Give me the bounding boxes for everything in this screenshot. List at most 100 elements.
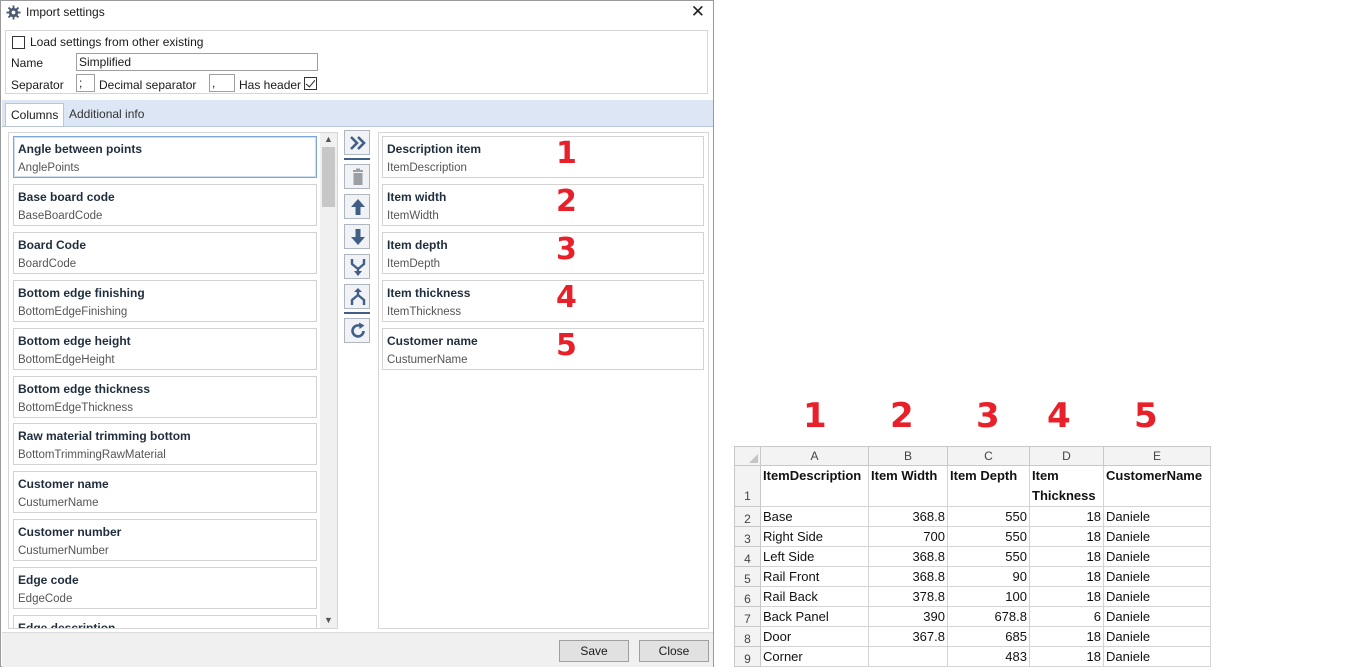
decimal-separator-input[interactable]: , — [209, 74, 235, 92]
move-up-button[interactable] — [344, 194, 370, 219]
select-all-corner[interactable] — [734, 446, 761, 466]
list-item[interactable]: Customer name CustumerName — [13, 471, 317, 513]
row-header[interactable]: 8 — [734, 626, 761, 647]
scroll-up-icon[interactable]: ▲ — [324, 134, 333, 144]
has-header-checkbox[interactable] — [304, 77, 317, 90]
row-header[interactable]: 4 — [734, 546, 761, 567]
list-item[interactable]: Item width ItemWidth — [382, 184, 704, 226]
list-item[interactable]: Angle between points AnglePoints — [13, 136, 317, 178]
table-cell[interactable]: CustomerName — [1103, 465, 1211, 507]
list-item[interactable]: Item depth ItemDepth — [382, 232, 704, 274]
list-item[interactable]: Customer name CustumerName — [382, 328, 704, 370]
list-item[interactable]: Bottom edge thickness BottomEdgeThicknes… — [13, 376, 317, 418]
selected-columns-list[interactable]: Description item ItemDescription Item wi… — [378, 132, 709, 629]
row-header[interactable]: 2 — [734, 506, 761, 527]
table-cell[interactable]: Daniele — [1103, 626, 1211, 647]
merge-button[interactable] — [344, 254, 370, 279]
tab-columns[interactable]: Columns — [5, 103, 65, 126]
table-cell[interactable]: Base — [760, 506, 869, 527]
column-header[interactable]: D — [1029, 446, 1104, 466]
table-cell[interactable]: 390 — [868, 606, 948, 627]
table-cell[interactable]: 18 — [1029, 506, 1104, 527]
table-cell[interactable]: 18 — [1029, 626, 1104, 647]
table-cell[interactable]: 100 — [947, 586, 1030, 607]
table-cell[interactable]: 685 — [947, 626, 1030, 647]
table-cell[interactable]: Right Side — [760, 526, 869, 547]
table-cell[interactable]: Door — [760, 626, 869, 647]
column-header[interactable]: A — [760, 446, 869, 466]
table-cell[interactable]: 368.8 — [868, 566, 948, 587]
close-button[interactable]: Close — [639, 640, 709, 662]
table-row: 3 Right Side 700 550 18 Daniele — [734, 526, 1211, 547]
column-header[interactable]: E — [1103, 446, 1211, 466]
table-cell[interactable]: 368.8 — [868, 506, 948, 527]
row-header[interactable]: 5 — [734, 566, 761, 587]
list-item[interactable]: Edge code EdgeCode — [13, 567, 317, 609]
table-cell[interactable]: Daniele — [1103, 566, 1211, 587]
table-cell[interactable]: 368.8 — [868, 546, 948, 567]
table-cell[interactable]: 90 — [947, 566, 1030, 587]
available-columns-list[interactable]: Angle between points AnglePoints Base bo… — [8, 132, 338, 629]
split-button[interactable] — [344, 284, 370, 309]
refresh-button[interactable] — [344, 318, 370, 343]
table-cell[interactable]: Daniele — [1103, 526, 1211, 547]
list-item[interactable]: Bottom edge height BottomEdgeHeight — [13, 328, 317, 370]
table-cell[interactable]: 378.8 — [868, 586, 948, 607]
row-header[interactable]: 9 — [734, 646, 761, 667]
table-cell[interactable]: 678.8 — [947, 606, 1030, 627]
list-item[interactable]: Raw material trimming bottom BottomTrimm… — [13, 423, 317, 465]
list-item[interactable]: Base board code BaseBoardCode — [13, 184, 317, 226]
list-item[interactable]: Description item ItemDescription — [382, 136, 704, 178]
scrollbar-thumb[interactable] — [322, 147, 335, 207]
table-cell[interactable]: 18 — [1029, 526, 1104, 547]
list-item[interactable]: Customer number CustumerNumber — [13, 519, 317, 561]
row-header[interactable]: 3 — [734, 526, 761, 547]
table-cell[interactable]: 18 — [1029, 566, 1104, 587]
table-cell[interactable]: 550 — [947, 506, 1030, 527]
column-header[interactable]: C — [947, 446, 1030, 466]
table-cell[interactable]: 483 — [947, 646, 1030, 667]
table-cell[interactable] — [868, 646, 948, 667]
load-settings-checkbox[interactable] — [12, 36, 25, 49]
table-cell[interactable]: 18 — [1029, 546, 1104, 567]
scroll-down-icon[interactable]: ▼ — [324, 615, 333, 625]
list-scrollbar[interactable]: ▲ ▼ — [320, 133, 337, 628]
table-cell[interactable]: Corner — [760, 646, 869, 667]
table-cell[interactable]: 550 — [947, 546, 1030, 567]
list-item[interactable]: Item thickness ItemThickness — [382, 280, 704, 322]
separator-input[interactable]: ; — [76, 74, 95, 92]
table-cell[interactable]: Daniele — [1103, 546, 1211, 567]
save-button[interactable]: Save — [559, 640, 629, 662]
table-cell[interactable]: Left Side — [760, 546, 869, 567]
tab-additional-info[interactable]: Additional info — [64, 103, 149, 125]
table-cell[interactable]: 550 — [947, 526, 1030, 547]
row-header[interactable]: 7 — [734, 606, 761, 627]
table-cell[interactable]: Item Depth — [947, 465, 1030, 507]
close-icon[interactable]: ✕ — [691, 3, 705, 21]
table-cell[interactable]: 700 — [868, 526, 948, 547]
list-item[interactable]: Bottom edge finishing BottomEdgeFinishin… — [13, 280, 317, 322]
table-cell[interactable]: Rail Front — [760, 566, 869, 587]
add-all-button[interactable] — [344, 130, 370, 155]
table-cell[interactable]: Back Panel — [760, 606, 869, 627]
list-item[interactable]: Board Code BoardCode — [13, 232, 317, 274]
table-cell[interactable]: Item Thickness — [1029, 465, 1104, 507]
table-cell[interactable]: Daniele — [1103, 586, 1211, 607]
list-item[interactable]: Edge description — [13, 615, 317, 628]
delete-button[interactable] — [344, 164, 370, 189]
table-cell[interactable]: 18 — [1029, 586, 1104, 607]
name-input[interactable]: Simplified — [76, 53, 318, 71]
table-cell[interactable]: Rail Back — [760, 586, 869, 607]
row-header[interactable]: 1 — [734, 465, 761, 507]
table-cell[interactable]: 367.8 — [868, 626, 948, 647]
table-cell[interactable]: 18 — [1029, 646, 1104, 667]
table-cell[interactable]: Daniele — [1103, 606, 1211, 627]
move-down-button[interactable] — [344, 224, 370, 249]
table-cell[interactable]: ItemDescription — [760, 465, 869, 507]
table-cell[interactable]: Daniele — [1103, 646, 1211, 667]
table-cell[interactable]: 6 — [1029, 606, 1104, 627]
column-header[interactable]: B — [868, 446, 948, 466]
row-header[interactable]: 6 — [734, 586, 761, 607]
table-cell[interactable]: Item Width — [868, 465, 948, 507]
table-cell[interactable]: Daniele — [1103, 506, 1211, 527]
